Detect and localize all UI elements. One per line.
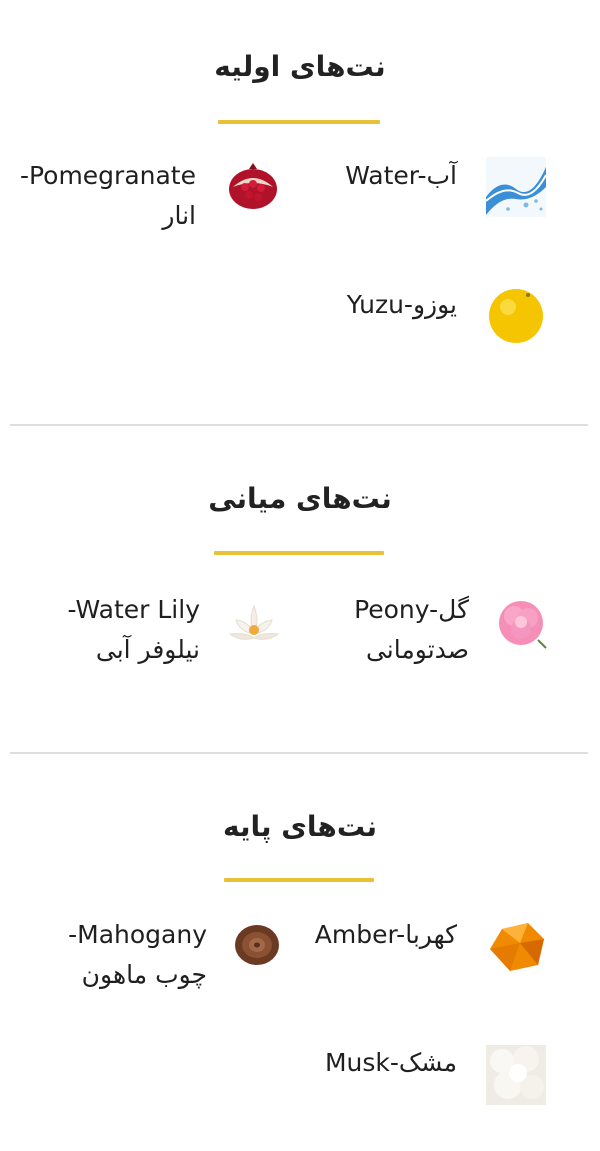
note-pomegranate-line2: انار: [162, 201, 196, 230]
section-divider-1: [10, 424, 588, 426]
note-musk-label: Musk-مشک: [324, 1048, 457, 1077]
note-amber-label: Amber-کهربا: [314, 920, 457, 949]
note-mahogany-line2: چوب ماهون: [81, 960, 207, 989]
amber-stone-icon: [486, 915, 546, 975]
note-water-lily-label: -Water Lily نیلوفر آبی: [68, 590, 200, 670]
section-title-base-notes: نت‌های پایه: [222, 810, 377, 843]
note-water-lily-line1: -Water Lily: [67, 595, 200, 624]
note-mahogany-line1: -Mahogany: [68, 920, 207, 949]
pomegranate-icon: [223, 157, 283, 217]
peony-flower-icon: [494, 596, 548, 650]
note-peony-line1: Peony-گل: [354, 595, 469, 624]
note-peony-label: Peony-گل صدتومانی: [354, 590, 469, 670]
section-underline-top: [218, 120, 380, 124]
musk-cotton-icon: [486, 1045, 546, 1105]
note-water-label: Water-آب: [345, 161, 457, 190]
note-pomegranate-label: -Pomegranate انار: [20, 156, 196, 236]
section-title-top-notes: نت‌های اولیه: [214, 50, 386, 83]
note-mahogany-label: -Mahogany چوب ماهون: [68, 915, 207, 995]
section-divider-2: [10, 752, 588, 754]
note-water-lily-line2: نیلوفر آبی: [95, 635, 200, 664]
note-peony-line2: صدتومانی: [365, 635, 469, 664]
mahogany-wood-icon: [233, 921, 281, 969]
note-yuzu-label: Yuzu-یوزو: [346, 290, 457, 319]
section-title-middle-notes: نت‌های میانی: [208, 482, 392, 515]
note-pomegranate-line1: -Pomegranate: [19, 161, 196, 190]
water-lily-icon: [226, 596, 282, 652]
yuzu-icon: [486, 285, 546, 345]
section-underline-base: [224, 878, 374, 882]
water-splash-icon: [486, 157, 546, 217]
section-underline-middle: [214, 551, 384, 555]
